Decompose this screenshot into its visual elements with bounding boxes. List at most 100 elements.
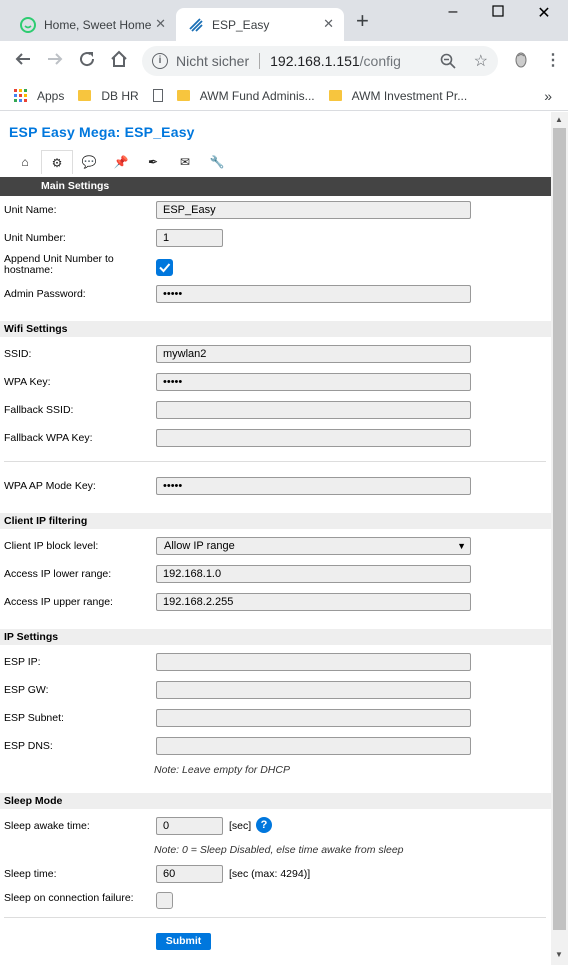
- fallback-ssid-input[interactable]: [156, 401, 471, 419]
- admin-password-label: Admin Password:: [4, 288, 86, 300]
- bookmark-apps[interactable]: Apps: [14, 89, 64, 103]
- bookmark-label: Apps: [37, 88, 65, 103]
- select-value: Allow IP range: [164, 540, 235, 552]
- menu-hardware-icon[interactable]: 📌: [105, 150, 137, 174]
- access-ip-lower-range-input[interactable]: 192.168.1.0: [156, 565, 471, 583]
- zoom-icon[interactable]: [440, 53, 456, 72]
- forward-icon[interactable]: [44, 50, 66, 72]
- bookmark-awm-fund[interactable]: AWM Fund Adminis...: [176, 88, 315, 103]
- unit-number-input[interactable]: 1: [156, 229, 223, 247]
- wpa-ap-mode-key-label: WPA AP Mode Key:: [4, 480, 96, 492]
- minimize-icon[interactable]: –: [438, 3, 468, 21]
- bookmark-label: DB HR: [101, 88, 139, 103]
- home-app-icon: [20, 16, 36, 33]
- reload-icon[interactable]: [76, 50, 98, 72]
- tab-strip: Home, Sweet Home ✕ ESP_Easy ✕ + – ✕: [0, 0, 568, 41]
- main-settings-header: Main Settings: [0, 177, 551, 196]
- extension-icon[interactable]: [510, 50, 532, 72]
- scrollbar-thumb[interactable]: [553, 128, 566, 930]
- sleep-mode-header: Sleep Mode: [0, 793, 551, 809]
- append-unit-number-label: Append Unit Number to hostname:: [4, 253, 114, 276]
- menu-controllers-icon[interactable]: 💬: [73, 150, 105, 174]
- menu-config-icon[interactable]: ⚙: [41, 150, 73, 174]
- url-path: /config: [359, 53, 401, 69]
- scrollbar[interactable]: ▲ ▼: [551, 112, 568, 965]
- sleep-time-input[interactable]: 60: [156, 865, 223, 883]
- dhcp-note: Note: Leave empty for DHCP: [154, 764, 290, 776]
- ssid-input[interactable]: mywlan2: [156, 345, 471, 363]
- sleep-on-connection-failure-label: Sleep on connection failure:: [4, 892, 134, 904]
- bookmark-db-hr[interactable]: DB HR: [78, 88, 139, 103]
- unit-name-input[interactable]: ESP_Easy: [156, 201, 471, 219]
- menu-notifications-icon[interactable]: ✉: [169, 150, 201, 174]
- window-close-icon[interactable]: ✕: [529, 3, 559, 23]
- ip-settings-header: IP Settings: [0, 629, 551, 645]
- wpa-key-input[interactable]: •••••: [156, 373, 471, 391]
- bookmark-page[interactable]: [152, 89, 163, 102]
- esp-gw-label: ESP GW:: [4, 684, 49, 696]
- esp-dns-label: ESP DNS:: [4, 740, 53, 752]
- apps-icon: [14, 89, 27, 102]
- tab-title: ESP_Easy: [212, 17, 270, 32]
- bookmarks-overflow-icon[interactable]: »: [544, 88, 552, 104]
- main-menu: ⌂ ⚙ 💬 📌 ✒ ✉ 🔧: [9, 150, 233, 174]
- close-icon[interactable]: ✕: [323, 16, 334, 32]
- folder-icon: [328, 90, 342, 101]
- url-host: 192.168.1.151: [270, 53, 360, 69]
- close-icon[interactable]: ✕: [155, 16, 166, 32]
- sleep-awake-time-input[interactable]: 0: [156, 817, 223, 835]
- home-icon[interactable]: [108, 50, 130, 72]
- admin-password-input[interactable]: •••••: [156, 285, 471, 303]
- page-title: ESP Easy Mega: ESP_Easy: [9, 124, 195, 140]
- client-ip-block-level-select[interactable]: Allow IP range ▼: [156, 537, 471, 555]
- menu-main-icon[interactable]: ⌂: [9, 150, 41, 174]
- address-bar[interactable]: i Nicht sicher 192.168.1.151 /config ☆: [142, 46, 498, 76]
- access-ip-upper-range-input[interactable]: 192.168.2.255: [156, 593, 471, 611]
- dropdown-arrow-icon: ▼: [457, 541, 466, 551]
- maximize-icon[interactable]: [483, 4, 513, 22]
- back-icon[interactable]: [12, 50, 34, 72]
- browser-chrome: Home, Sweet Home ✕ ESP_Easy ✕ + – ✕ i Ni…: [0, 0, 568, 112]
- submit-button[interactable]: Submit: [156, 933, 211, 950]
- scroll-down-icon[interactable]: ▼: [555, 950, 563, 959]
- bookmark-label: AWM Fund Adminis...: [199, 88, 315, 103]
- access-ip-lower-range-label: Access IP lower range:: [4, 568, 112, 580]
- menu-tools-icon[interactable]: 🔧: [201, 150, 233, 174]
- wpa-ap-mode-key-input[interactable]: •••••: [156, 477, 471, 495]
- info-icon[interactable]: i: [152, 53, 168, 69]
- menu-devices-icon[interactable]: ✒: [137, 150, 169, 174]
- scroll-up-icon[interactable]: ▲: [555, 115, 563, 124]
- tab-esp-easy[interactable]: ESP_Easy ✕: [176, 8, 344, 41]
- esp-subnet-label: ESP Subnet:: [4, 712, 64, 724]
- toolbar: i Nicht sicher 192.168.1.151 /config ☆ ⋮: [0, 41, 568, 81]
- tab-title: Home, Sweet Home: [44, 17, 152, 32]
- divider: [4, 917, 546, 918]
- sleep-on-connection-failure-checkbox[interactable]: [156, 892, 173, 909]
- fallback-ssid-label: Fallback SSID:: [4, 404, 74, 416]
- sleep-time-unit-label: [sec (max: 4294)]: [229, 868, 311, 880]
- esp-ip-label: ESP IP:: [4, 656, 41, 668]
- esp-subnet-input[interactable]: [156, 709, 471, 727]
- esp-ip-input[interactable]: [156, 653, 471, 671]
- bookmark-awm-investment[interactable]: AWM Investment Pr...: [328, 89, 467, 103]
- sec-unit-label: [sec]: [229, 820, 252, 832]
- fallback-wpa-key-input[interactable]: [156, 429, 471, 447]
- help-icon[interactable]: ?: [256, 817, 272, 833]
- esp-dns-input[interactable]: [156, 737, 471, 755]
- star-icon[interactable]: ☆: [474, 51, 488, 71]
- divider: [259, 53, 261, 69]
- append-unit-number-checkbox[interactable]: [156, 259, 173, 276]
- sleep-note: Note: 0 = Sleep Disabled, else time awak…: [154, 844, 404, 856]
- bookmarks-bar: Apps DB HR AWM Fund Adminis... AWM Inves…: [0, 81, 568, 111]
- unit-name-label: Unit Name:: [4, 204, 57, 216]
- client-ip-filtering-header: Client IP filtering: [0, 513, 551, 529]
- esp-easy-icon: [188, 17, 204, 33]
- new-tab-button[interactable]: +: [356, 10, 369, 32]
- esp-gw-input[interactable]: [156, 681, 471, 699]
- fallback-wpa-key-label: Fallback WPA Key:: [4, 432, 93, 444]
- access-ip-upper-range-label: Access IP upper range:: [4, 596, 113, 608]
- folder-icon: [176, 90, 190, 101]
- security-label: Nicht sicher: [176, 53, 250, 69]
- more-menu-icon[interactable]: ⋮: [542, 50, 564, 72]
- tab-home[interactable]: Home, Sweet Home ✕: [8, 8, 176, 41]
